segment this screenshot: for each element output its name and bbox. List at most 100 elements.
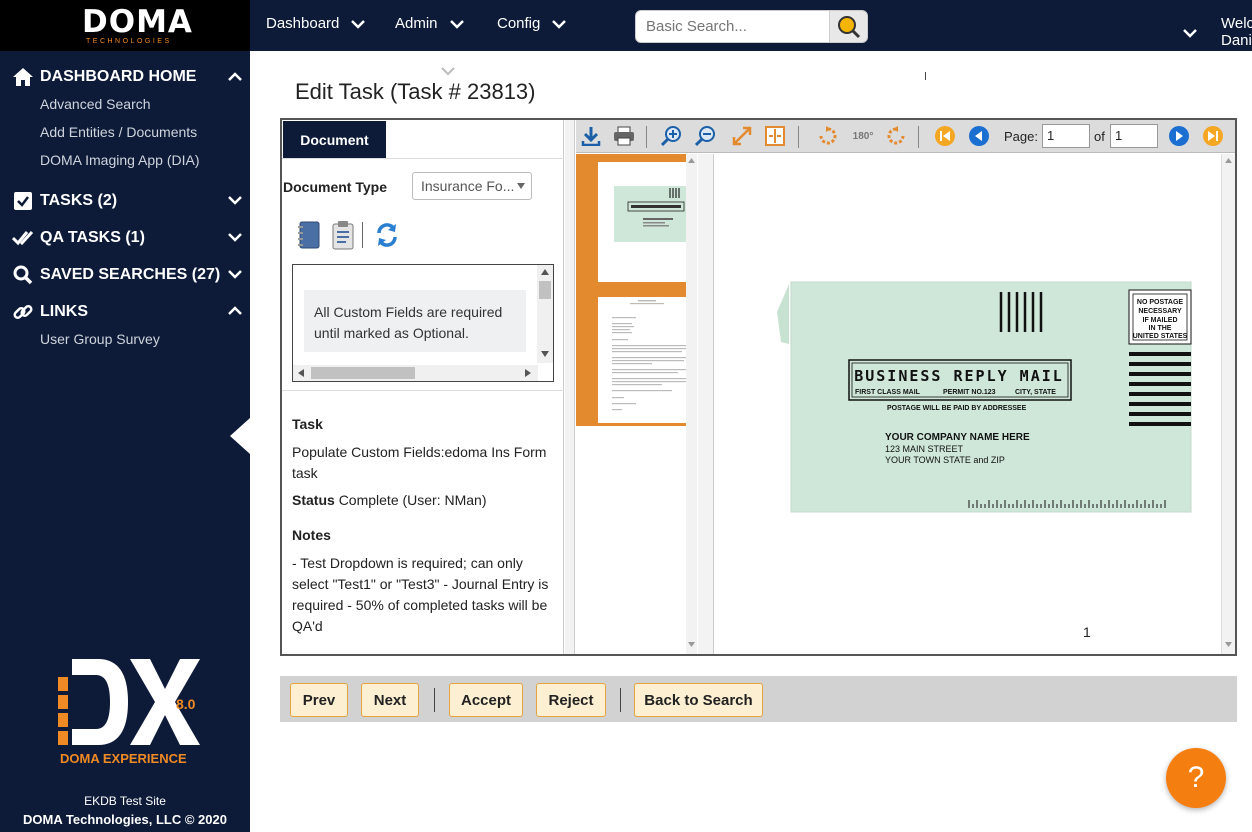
prev-button[interactable]: Prev: [290, 683, 348, 717]
zoom-out-icon: [695, 126, 715, 147]
first-page-button[interactable]: [934, 125, 956, 147]
sidebar-item-user-group-survey[interactable]: User Group Survey: [40, 331, 160, 347]
envelope-town: YOUR TOWN STATE and ZIP: [885, 455, 1005, 465]
rotate-180-button[interactable]: 180°: [848, 125, 878, 147]
logo-subtitle: TECHNOLOGIES: [86, 38, 172, 45]
zoom-out-button[interactable]: [695, 125, 717, 147]
page-view: NO POSTAGE NECESSARY IF MAILED IN THE UN…: [715, 154, 1221, 654]
back-to-search-button[interactable]: Back to Search: [634, 683, 763, 717]
nav-dashboard-home-label: DASHBOARD HOME: [40, 68, 197, 85]
nav-links-label: LINKS: [40, 303, 88, 320]
previous-page-button[interactable]: [968, 125, 990, 147]
notebook-icon[interactable]: [296, 220, 322, 250]
download-button[interactable]: [580, 125, 602, 147]
chevron-down-icon[interactable]: [227, 229, 243, 245]
nav-tasks-label: TASKS (2): [40, 192, 118, 209]
help-button[interactable]: ?: [1166, 748, 1226, 808]
fit-page-button[interactable]: [731, 125, 753, 147]
reject-button[interactable]: Reject: [536, 683, 606, 717]
menu-dashboard[interactable]: Dashboard: [266, 15, 366, 32]
nav-qa-tasks[interactable]: QA TASKS (1): [12, 227, 145, 249]
dx-logo: 8.0 DOMA EXPERIENCE: [58, 659, 200, 765]
rotate-left-button[interactable]: [885, 125, 907, 147]
checkbox-icon: [12, 190, 34, 212]
next-page-icon: [1169, 126, 1189, 146]
toolbar-divider: [918, 126, 919, 148]
user-menu[interactable]: Welcome, Danielle Wethington: [1221, 15, 1252, 66]
status-value: Complete (User: NMan): [338, 492, 487, 508]
page-number-input[interactable]: 1: [1042, 124, 1090, 148]
refresh-icon[interactable]: [374, 220, 400, 250]
nav-saved-searches-label: SAVED SEARCHES (27): [40, 266, 221, 283]
sidebar-item-doma-imaging-app[interactable]: DOMA Imaging App (DIA): [40, 152, 200, 168]
toolbar-divider: [798, 126, 799, 148]
thumbnail-page-1[interactable]: 1: [598, 162, 707, 282]
search-icon: [12, 264, 34, 286]
vertical-scrollbar[interactable]: [537, 265, 553, 363]
viewer-splitter[interactable]: [698, 154, 714, 654]
page-scrollbar[interactable]: [1221, 154, 1235, 654]
thumbnail-scrollbar[interactable]: [686, 154, 697, 654]
nav-tasks[interactable]: TASKS (2): [12, 190, 117, 212]
menu-admin[interactable]: Admin: [395, 15, 464, 32]
toolbar-divider: [646, 126, 647, 148]
scroll-right-icon: [525, 369, 531, 377]
notes-label: Notes: [292, 527, 331, 543]
sidebar-item-advanced-search[interactable]: Advanced Search: [40, 96, 151, 112]
task-label: Task: [292, 416, 323, 432]
next-button[interactable]: Next: [361, 683, 419, 717]
tab-divider: [282, 158, 564, 159]
clipboard-icon[interactable]: [330, 220, 356, 250]
scroll-up-icon: [688, 158, 695, 163]
link-icon: [12, 301, 34, 323]
logo[interactable]: DOMA TECHNOLOGIES: [0, 0, 250, 51]
search-button[interactable]: [829, 10, 868, 43]
nav-saved-searches[interactable]: SAVED SEARCHES (27): [12, 264, 220, 286]
welcome-text: Welcome, Danielle Wethington: [1221, 15, 1252, 66]
scroll-up-icon: [1225, 158, 1232, 163]
sidebar-item-add-entities[interactable]: Add Entities / Documents: [40, 124, 197, 140]
document-type-select[interactable]: Insurance Fo...: [412, 172, 532, 200]
first-page-icon: [935, 126, 955, 146]
download-icon: [581, 127, 601, 146]
status-label: Status: [292, 492, 335, 508]
logo-text: DOMA: [82, 4, 193, 40]
horizontal-scrollbar[interactable]: [293, 365, 538, 381]
thumbnail-page-2[interactable]: [598, 297, 686, 423]
chevron-down-icon: [441, 67, 455, 76]
chevron-down-icon[interactable]: [227, 266, 243, 282]
zoom-in-button[interactable]: [661, 125, 683, 147]
viewer-toolbar: 180° Page: 1 of 1: [576, 120, 1235, 153]
home-icon: [12, 66, 34, 88]
print-button[interactable]: [613, 125, 635, 147]
chevron-down-icon[interactable]: [227, 192, 243, 208]
toolbar-divider: [362, 222, 363, 248]
expand-icon: [732, 126, 752, 146]
scroll-thumb[interactable]: [539, 281, 551, 299]
task-description: Populate Custom Fields:edoma Ins Form ta…: [292, 444, 547, 481]
tab-document[interactable]: Document: [283, 121, 386, 158]
page-number-label: 1: [1083, 624, 1091, 640]
chevron-down-icon[interactable]: [1183, 28, 1197, 38]
task-panel: Document Document Type Insurance Fo... A…: [280, 118, 1237, 656]
document-pane: Document Document Type Insurance Fo... A…: [282, 120, 564, 654]
document-type-value: Insurance Fo...: [421, 178, 515, 194]
rotate-right-button[interactable]: [817, 125, 839, 147]
chevron-up-icon[interactable]: [227, 303, 243, 319]
last-page-button[interactable]: [1202, 125, 1224, 147]
nav-links[interactable]: LINKS: [12, 301, 88, 323]
scroll-down-icon: [688, 642, 695, 647]
nav-dashboard-home[interactable]: DASHBOARD HOME: [12, 66, 196, 88]
menu-config[interactable]: Config: [497, 15, 567, 32]
task-status: Status Complete (User: NMan): [292, 492, 487, 508]
chevron-up-icon[interactable]: [227, 69, 243, 85]
next-page-button[interactable]: [1168, 125, 1190, 147]
fit-width-button[interactable]: [764, 125, 786, 147]
dx-version: 8.0: [176, 696, 196, 712]
accept-button[interactable]: Accept: [449, 683, 523, 717]
previous-page-icon: [969, 126, 989, 146]
basic-search-input[interactable]: [635, 10, 831, 43]
no-postage-line-4: IN THE: [1149, 325, 1172, 332]
scroll-thumb[interactable]: [311, 367, 415, 379]
pane-splitter[interactable]: [565, 120, 575, 654]
